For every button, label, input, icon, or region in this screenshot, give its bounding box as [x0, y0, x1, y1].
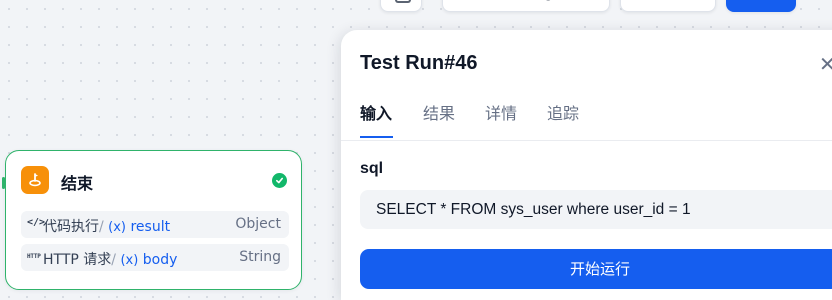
history-icon: ◷ — [543, 0, 553, 2]
test-run-panel: Test Run#46 ✕ 输入 结果 详情 追踪 sql SELECT * F… — [341, 30, 832, 300]
end-node[interactable]: 结束 </> 代码执行/ (x) result Object HTTP HTTP… — [2, 150, 302, 290]
output-variable-row: HTTP HTTP 请求/ (x) body String — [21, 244, 289, 271]
variable-icon: (x) — [120, 253, 139, 268]
http-icon: HTTP — [27, 253, 41, 260]
node-title: 结束 — [61, 174, 94, 193]
toolbar-panel-button[interactable] — [380, 0, 422, 12]
run-icon: ‹ — [459, 0, 464, 2]
sql-input[interactable]: SELECT * FROM sys_user where user_id = 1 — [360, 190, 832, 229]
variable-separator: / — [111, 252, 116, 268]
node-input-handle[interactable] — [2, 177, 5, 189]
toolbar-publish-button[interactable] — [726, 0, 796, 12]
tab-detail[interactable]: 详情 — [485, 100, 517, 124]
features-icon: ⟡ — [641, 0, 649, 3]
start-run-button[interactable]: 开始运行 — [360, 249, 832, 289]
variable-name: body — [142, 252, 178, 268]
toolbar-features-button[interactable]: ⟡ — [620, 0, 716, 12]
tab-input[interactable]: 输入 — [360, 100, 392, 124]
panel-title: Test Run#46 — [360, 52, 478, 74]
tabs-divider — [341, 140, 832, 141]
end-flag-icon — [21, 166, 49, 194]
panel-icon — [395, 0, 411, 3]
variable-source: 代码执行 — [43, 219, 99, 235]
variable-name: result — [130, 219, 171, 235]
variable-type: String — [239, 249, 281, 265]
tab-tracing[interactable]: 追踪 — [547, 100, 579, 124]
variable-icon: (x) — [108, 220, 127, 235]
active-tab-indicator — [360, 136, 393, 138]
variable-source: HTTP 请求 — [43, 252, 112, 268]
toolbar-history-button[interactable]: ‹ ◷ — [442, 0, 610, 12]
variable-type: Object — [235, 216, 281, 232]
tab-result[interactable]: 结果 — [423, 100, 455, 124]
variable-separator: / — [99, 219, 104, 235]
field-label: sql — [360, 160, 384, 177]
output-variable-row: </> 代码执行/ (x) result Object — [21, 211, 289, 238]
check-circle-icon — [272, 173, 287, 188]
close-icon[interactable]: ✕ — [819, 52, 832, 76]
